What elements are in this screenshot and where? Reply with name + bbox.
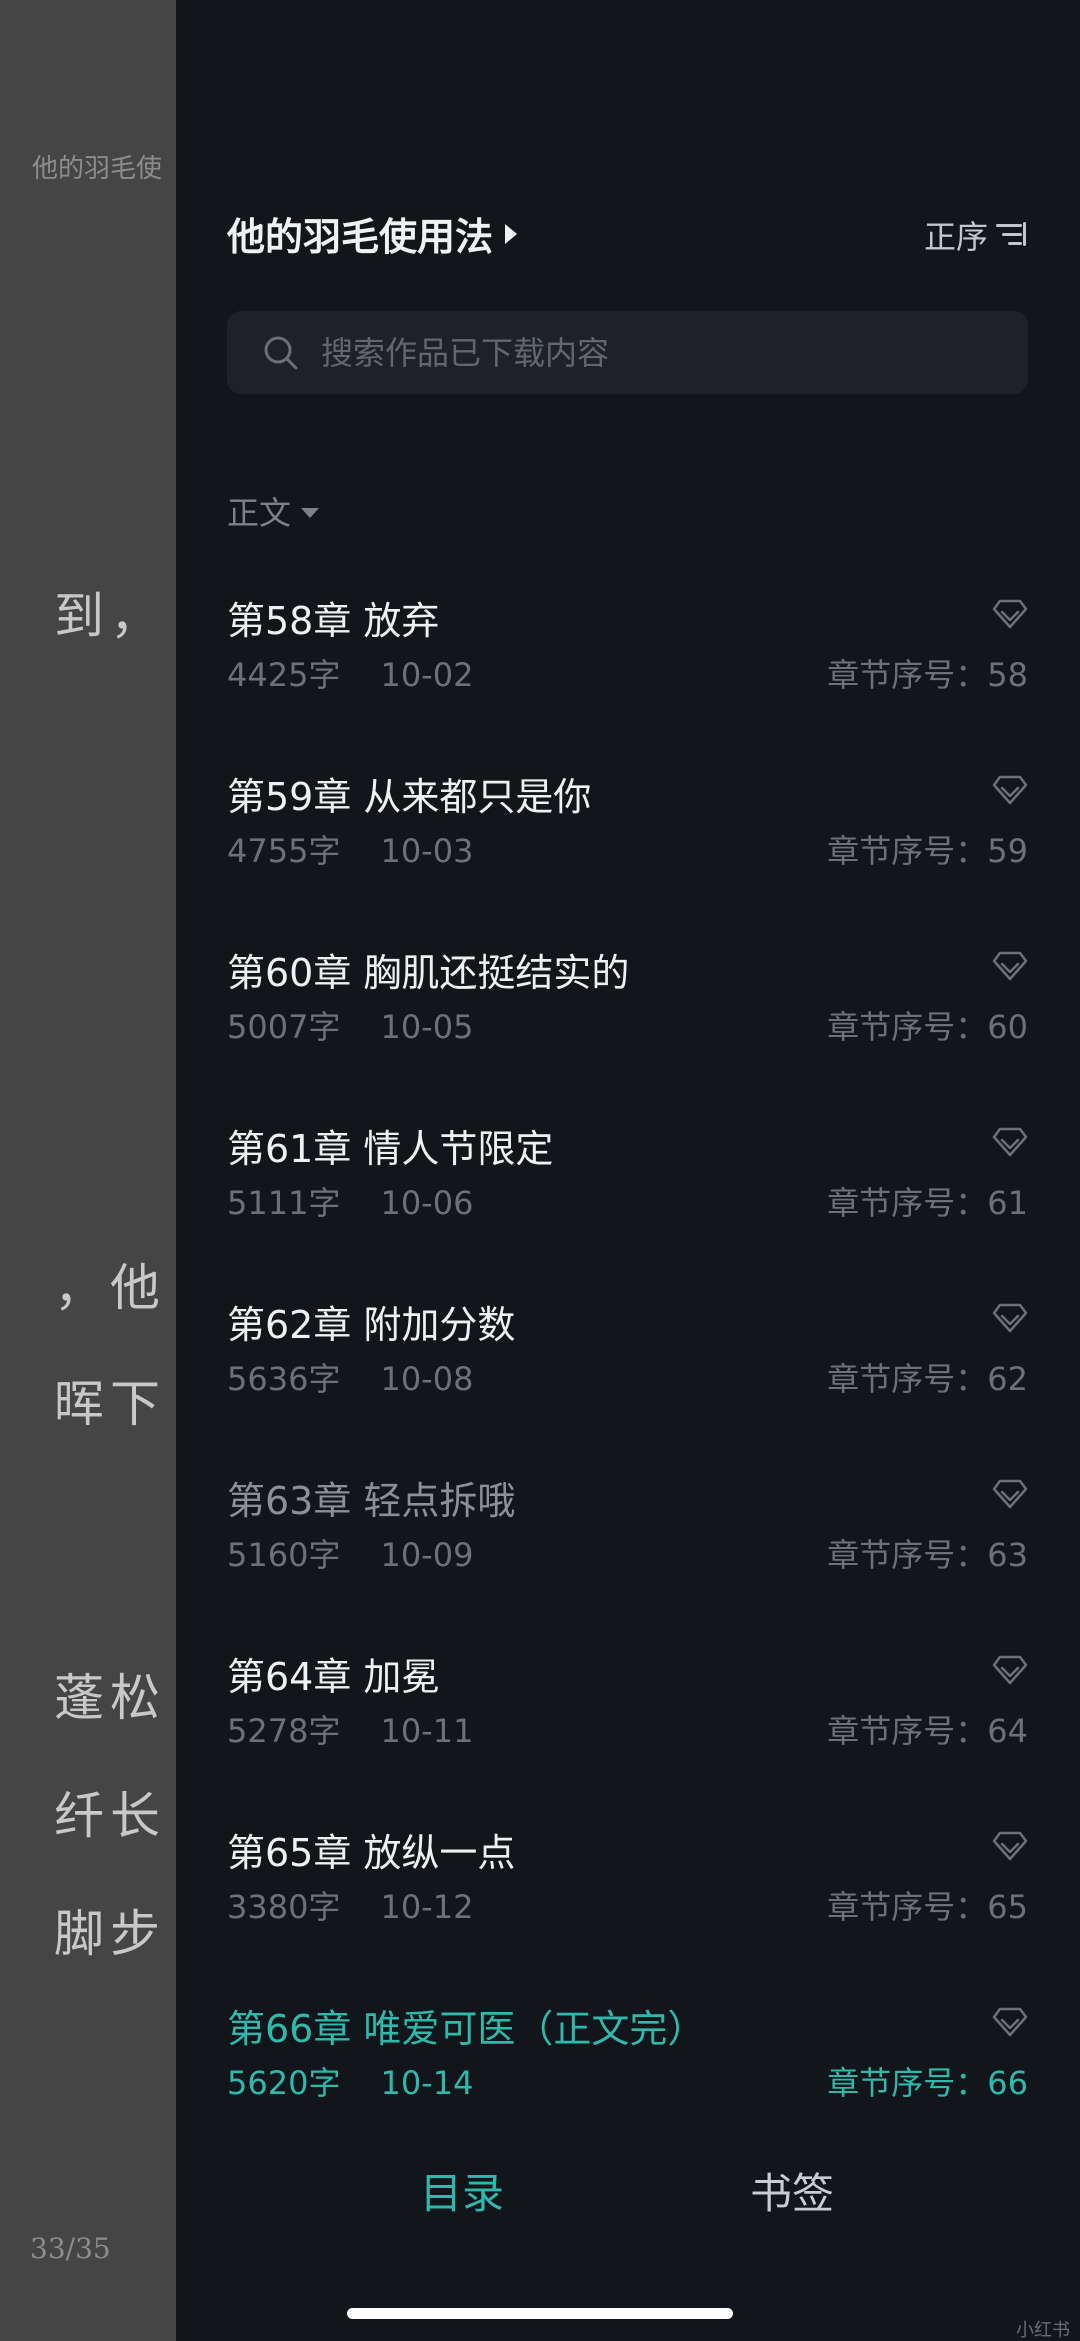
reader-text-line: 蓬松 bbox=[54, 1669, 166, 1727]
section-label: 正文 bbox=[227, 494, 292, 532]
chapter-date: 10-14 bbox=[380, 2064, 474, 2102]
chapter-date: 10-12 bbox=[380, 1888, 474, 1926]
watermark-logo: 小红书 bbox=[1016, 2320, 1070, 2341]
chapter-item[interactable]: 第59章 从来都只是你 4755字 10-03 章节序号：59 bbox=[227, 738, 1028, 914]
chapter-date: 10-11 bbox=[380, 1712, 474, 1750]
reader-page[interactable]: 他的羽毛使 到， ，他 晖下 蓬松 纤长 脚步 33/35 bbox=[0, 0, 176, 2341]
chapter-sequence: 章节序号：58 bbox=[827, 656, 1028, 694]
chapter-item[interactable]: 第65章 放纵一点 3380字 10-12 章节序号：65 bbox=[227, 1794, 1028, 1970]
chapter-sequence: 章节序号：61 bbox=[827, 1184, 1028, 1222]
search-bar[interactable] bbox=[227, 311, 1028, 394]
chapter-sequence: 章节序号：59 bbox=[827, 832, 1028, 870]
diamond-icon bbox=[992, 1655, 1028, 1685]
reader-text-line: 脚步 bbox=[54, 1905, 166, 1963]
chapter-meta: 5160字 10-09 bbox=[227, 1530, 473, 1576]
chapter-item[interactable]: 第58章 放弃 4425字 10-02 章节序号：58 bbox=[227, 562, 1028, 738]
search-icon bbox=[264, 336, 298, 369]
reader-header-title: 他的羽毛使 bbox=[32, 154, 163, 184]
chapter-word-count: 5160字 bbox=[227, 1536, 341, 1574]
chapter-word-count: 4425字 bbox=[227, 656, 341, 694]
reader-text-line: 到， bbox=[54, 587, 166, 645]
chapter-word-count: 3380字 bbox=[227, 1888, 341, 1926]
caret-down-icon bbox=[301, 508, 320, 518]
chapter-sequence: 章节序号：63 bbox=[827, 1536, 1028, 1574]
chapter-title: 第59章 从来都只是你 bbox=[227, 775, 592, 819]
chapter-word-count: 4755字 bbox=[227, 832, 341, 870]
chapter-item[interactable]: 第61章 情人节限定 5111字 10-06 章节序号：61 bbox=[227, 1090, 1028, 1266]
diamond-icon bbox=[992, 2007, 1028, 2037]
diamond-icon bbox=[992, 1303, 1028, 1333]
sort-toggle[interactable]: 正序 bbox=[924, 212, 1026, 258]
book-title-link[interactable]: 他的羽毛使用法 bbox=[227, 206, 518, 261]
diamond-icon bbox=[992, 951, 1028, 981]
chapter-list: 第58章 放弃 4425字 10-02 章节序号：58 第59章 从来都只是你 4… bbox=[227, 562, 1028, 2146]
screen: 他的羽毛使 到， ，他 晖下 蓬松 纤长 脚步 33/35 他的羽毛使用法 正序 bbox=[0, 0, 1080, 2341]
diamond-icon bbox=[992, 1127, 1028, 1157]
chapter-title: 第63章 轻点拆哦 bbox=[227, 1479, 516, 1523]
chapter-meta: 5620字 10-14 bbox=[227, 2058, 473, 2104]
chapter-item[interactable]: 第64章 加冕 5278字 10-11 章节序号：64 bbox=[227, 1618, 1028, 1794]
tab-bookmarks[interactable]: 书签 bbox=[750, 2160, 834, 2221]
home-indicator[interactable] bbox=[347, 2308, 733, 2319]
chapter-date: 10-09 bbox=[380, 1536, 474, 1574]
chapter-item[interactable]: 第60章 胸肌还挺结实的 5007字 10-05 章节序号：60 bbox=[227, 914, 1028, 1090]
caret-right-icon bbox=[505, 223, 518, 244]
chapter-meta: 3380字 10-12 bbox=[227, 1882, 473, 1928]
section-selector[interactable]: 正文 bbox=[227, 488, 320, 534]
chapter-word-count: 5636字 bbox=[227, 1360, 341, 1398]
chapter-date: 10-03 bbox=[380, 832, 474, 870]
chapter-sequence: 章节序号：60 bbox=[827, 1008, 1028, 1046]
search-input[interactable] bbox=[319, 321, 1028, 384]
bottom-tabs: 目录 书签 bbox=[176, 2160, 1080, 2240]
reader-text-line: ，他 bbox=[54, 1259, 166, 1317]
chapter-title: 第65章 放纵一点 bbox=[227, 1831, 516, 1875]
chapter-sequence: 章节序号：64 bbox=[827, 1712, 1028, 1750]
diamond-icon bbox=[992, 775, 1028, 805]
chapter-sequence: 章节序号：66 bbox=[827, 2064, 1028, 2102]
chapter-word-count: 5111字 bbox=[227, 1184, 341, 1222]
reader-text-line: 纤长 bbox=[54, 1787, 166, 1845]
chapter-sequence: 章节序号：62 bbox=[827, 1360, 1028, 1398]
book-title: 他的羽毛使用法 bbox=[227, 215, 494, 259]
chapter-title: 第64章 加冕 bbox=[227, 1655, 440, 1699]
chapter-word-count: 5007字 bbox=[227, 1008, 341, 1046]
chapter-word-count: 5620字 bbox=[227, 2064, 341, 2102]
chapter-meta: 5007字 10-05 bbox=[227, 1002, 473, 1048]
chapter-meta: 5636字 10-08 bbox=[227, 1354, 473, 1400]
diamond-icon bbox=[992, 599, 1028, 629]
page-indicator: 33/35 bbox=[30, 2232, 111, 2265]
chapter-title: 第58章 放弃 bbox=[227, 599, 440, 643]
chapter-title: 第61章 情人节限定 bbox=[227, 1127, 554, 1171]
toc-drawer: 他的羽毛使用法 正序 正文 第58章 放弃 bbox=[176, 0, 1080, 2341]
sort-label: 正序 bbox=[923, 218, 988, 256]
chapter-title: 第62章 附加分数 bbox=[227, 1303, 516, 1347]
chapter-item-current[interactable]: 第66章 唯爱可医（正文完） 5620字 10-14 章节序号：66 bbox=[227, 1970, 1028, 2146]
chapter-meta: 5278字 10-11 bbox=[227, 1706, 473, 1752]
reader-text-line: 晖下 bbox=[54, 1375, 166, 1433]
chapter-meta: 4425字 10-02 bbox=[227, 650, 473, 696]
chapter-title: 第60章 胸肌还挺结实的 bbox=[227, 951, 630, 995]
chapter-meta: 5111字 10-06 bbox=[227, 1178, 473, 1224]
chapter-item[interactable]: 第62章 附加分数 5636字 10-08 章节序号：62 bbox=[227, 1266, 1028, 1442]
tab-toc[interactable]: 目录 bbox=[420, 2160, 504, 2221]
chapter-title: 第66章 唯爱可医（正文完） bbox=[227, 2007, 706, 2051]
chapter-sequence: 章节序号：65 bbox=[827, 1888, 1028, 1926]
chapter-meta: 4755字 10-03 bbox=[227, 826, 473, 872]
chapter-date: 10-05 bbox=[380, 1008, 474, 1046]
chapter-date: 10-06 bbox=[380, 1184, 474, 1222]
chapter-word-count: 5278字 bbox=[227, 1712, 341, 1750]
diamond-icon bbox=[992, 1831, 1028, 1861]
chapter-date: 10-02 bbox=[380, 656, 474, 694]
diamond-icon bbox=[992, 1479, 1028, 1509]
chapter-item[interactable]: 第63章 轻点拆哦 5160字 10-09 章节序号：63 bbox=[227, 1442, 1028, 1618]
sort-order-icon bbox=[996, 222, 1026, 248]
chapter-date: 10-08 bbox=[380, 1360, 474, 1398]
